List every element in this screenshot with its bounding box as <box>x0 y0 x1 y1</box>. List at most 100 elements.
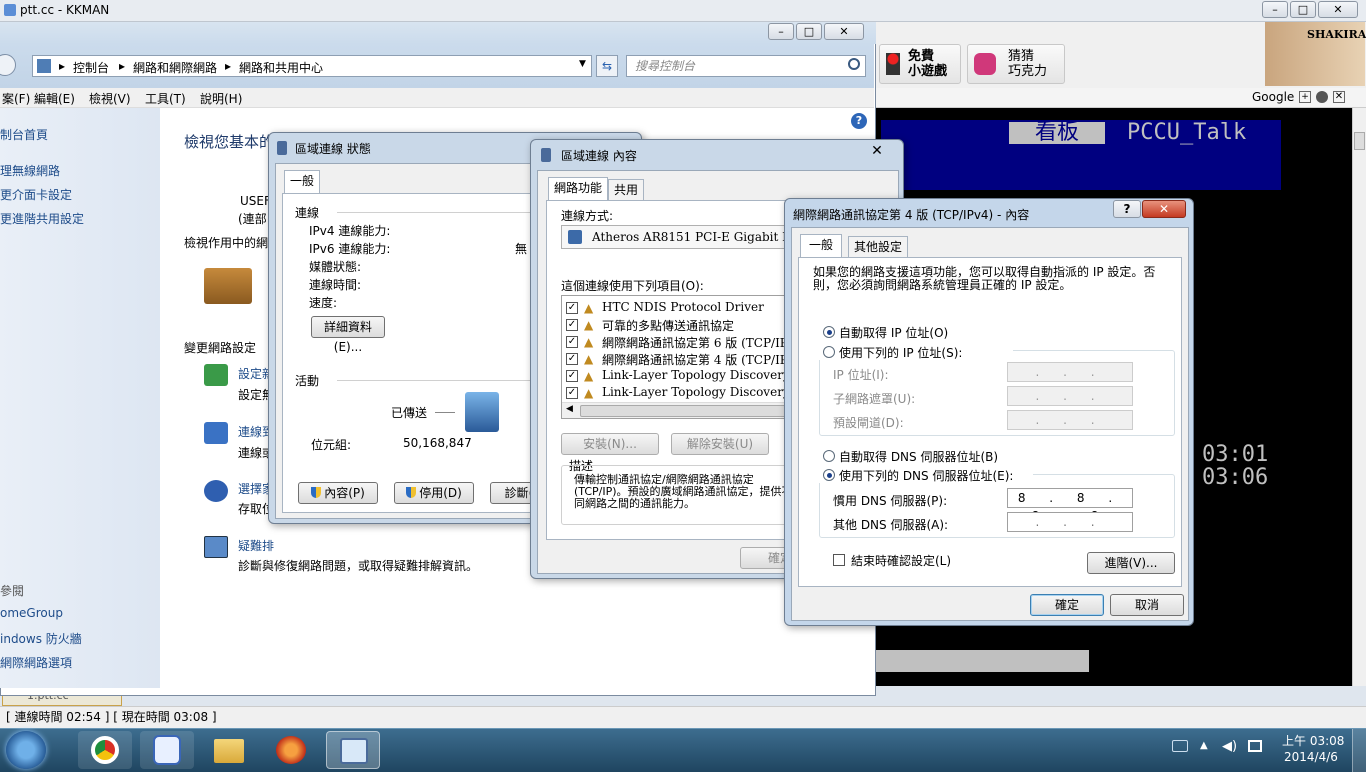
network-tray-icon[interactable] <box>1248 740 1262 752</box>
see-also-internet-options[interactable]: 網際網路選項 <box>0 654 72 671</box>
taskbar-app[interactable] <box>264 731 318 769</box>
search-input[interactable]: 搜尋控制台 <box>626 55 866 77</box>
install-button[interactable]: 安裝(N)... <box>561 433 659 455</box>
scroll-thumb[interactable] <box>580 405 800 417</box>
dropdown-icon[interactable] <box>1316 91 1328 103</box>
bbs-time-2: 03:06 <box>1202 465 1269 490</box>
activity-section-label: 活動 <box>295 374 320 388</box>
checkbox[interactable]: ✓ <box>566 319 578 331</box>
preferred-dns-input[interactable]: 8 . 8 . 8 . 8 <box>1007 488 1133 523</box>
cp-minimize-button[interactable]: – <box>768 23 794 40</box>
cp-maximize-button[interactable]: □ <box>796 23 822 40</box>
ipv4-close-button[interactable]: ✕ <box>1142 200 1186 218</box>
sidebar-advanced-sharing[interactable]: 更進階共用設定 <box>0 210 84 227</box>
troubleshoot-icon <box>204 536 228 558</box>
validate-on-exit[interactable]: 結束時確認設定(L) <box>827 552 987 568</box>
sidebar-adapter-settings[interactable]: 更介面卡設定 <box>0 186 72 203</box>
tab-sharing[interactable]: 共用 <box>608 179 645 201</box>
checkbox[interactable]: ✓ <box>566 353 578 365</box>
terminal-scrollbar[interactable] <box>1352 108 1366 686</box>
guess-chocolate-button[interactable]: 猜猜 巧克力 <box>967 44 1065 84</box>
bbs-time-1: 03:01 <box>1202 442 1269 467</box>
taskbar-chrome[interactable] <box>78 731 132 769</box>
protocol-icon: ▲ <box>584 335 594 349</box>
chevron-down-icon[interactable]: ▼ <box>579 59 586 69</box>
properties-button[interactable]: 內容(P) <box>298 482 378 504</box>
clock-time[interactable]: 上午 03:08 <box>1282 732 1344 749</box>
subnet-mask-input[interactable]: . . . <box>1007 386 1133 406</box>
scroll-thumb[interactable] <box>1354 132 1365 150</box>
refresh-icon[interactable]: ⇆ <box>596 55 618 77</box>
page-title: 檢視您基本的 <box>184 133 275 151</box>
crumb-control-panel[interactable]: 控制台 <box>73 59 109 76</box>
crumb-network-internet[interactable]: 網路和網際網路 <box>133 59 217 76</box>
sidebar-manage-wireless[interactable]: 理無線網路 <box>0 162 60 179</box>
clock-date[interactable]: 2014/4/6 <box>1284 750 1338 764</box>
menu-file[interactable]: 案(F) <box>2 90 30 107</box>
manual-dns-option[interactable]: 使用下列的 DNS 伺服器位址(E): <box>813 467 1033 483</box>
kkman-close-button[interactable]: ✕ <box>1318 1 1358 18</box>
radio-auto-dns[interactable] <box>823 450 835 462</box>
add-icon[interactable]: + <box>1299 91 1311 103</box>
close-icon[interactable]: ✕ <box>1333 91 1345 103</box>
search-icon[interactable] <box>848 58 860 70</box>
cancel-button[interactable]: 取消 <box>1110 594 1184 616</box>
advanced-button[interactable]: 進階(V)... <box>1087 552 1175 574</box>
show-hidden-icons[interactable]: ▲ <box>1200 740 1208 751</box>
disable-button[interactable]: 停用(D) <box>394 482 474 504</box>
details-button[interactable]: 詳細資料(E)... <box>311 316 385 354</box>
help-button[interactable]: ? <box>1113 200 1141 218</box>
tab-networking[interactable]: 網路功能 <box>548 177 609 201</box>
auto-dns-option[interactable]: 自動取得 DNS 伺服器位址(B) <box>813 448 1033 464</box>
menu-edit[interactable]: 編輯(E) <box>34 90 75 107</box>
menu-view[interactable]: 檢視(V) <box>89 90 131 107</box>
sidebar-cp-home[interactable]: 制台首頁 <box>0 126 48 143</box>
menu-help[interactable]: 說明(H) <box>200 90 242 107</box>
see-also-homegroup[interactable]: omeGroup <box>0 606 63 620</box>
radio-manual-dns[interactable] <box>823 469 835 481</box>
bench-icon <box>204 268 252 304</box>
protocol-icon: ▲ <box>584 386 594 400</box>
uninstall-button[interactable]: 解除安裝(U) <box>671 433 769 455</box>
item-troubleshoot-title[interactable]: 疑難排 <box>238 537 274 554</box>
tab-general[interactable]: 一般 <box>800 234 843 258</box>
properties-dialog-title: 區域連線 內容 <box>561 149 637 163</box>
manual-ip-option[interactable]: 使用下列的 IP 位址(S): <box>813 344 1013 360</box>
items-label: 這個連線使用下列項目(O): <box>561 279 704 293</box>
ip-address-input[interactable]: . . . <box>1007 362 1133 382</box>
breadcrumb[interactable]: ▸ 控制台 ▸ 網路和網際網路 ▸ 網路和共用中心 ▼ <box>32 55 592 77</box>
tab-general[interactable]: 一般 <box>284 170 321 194</box>
cp-close-button[interactable]: ✕ <box>824 23 864 40</box>
checkbox[interactable]: ✓ <box>566 370 578 382</box>
gateway-input[interactable]: . . . <box>1007 410 1133 430</box>
crumb-network-sharing[interactable]: 網路和共用中心 <box>239 59 323 76</box>
kkman-maximize-button[interactable]: □ <box>1290 1 1316 18</box>
checkbox[interactable]: ✓ <box>566 336 578 348</box>
props-close-button[interactable]: ✕ <box>857 142 897 160</box>
speaker-icon[interactable]: ◀) <box>1222 739 1237 754</box>
auto-ip-option[interactable]: 自動取得 IP 位址(O) <box>813 324 1013 340</box>
see-also-firewall[interactable]: indows 防火牆 <box>0 630 82 647</box>
ad-banner[interactable]: SHAKIRA <box>1265 22 1366 86</box>
validate-checkbox[interactable] <box>833 554 845 566</box>
ok-button[interactable]: 確定 <box>1030 594 1104 616</box>
radio-manual-ip[interactable] <box>823 346 835 358</box>
free-games-button[interactable]: 免費 小遊戲 <box>879 44 961 84</box>
kkman-minimize-button[interactable]: – <box>1262 1 1288 18</box>
keyboard-icon[interactable] <box>1172 740 1188 752</box>
taskbar-kkman[interactable] <box>140 731 194 769</box>
start-button[interactable] <box>6 731 46 769</box>
bbs-highlight-bar <box>875 650 1089 672</box>
back-button[interactable] <box>0 54 16 76</box>
taskbar-control-panel[interactable] <box>326 731 380 769</box>
alternate-dns-label: 其他 DNS 伺服器(A): <box>833 518 949 532</box>
checkbox[interactable]: ✓ <box>566 302 578 314</box>
menu-tools[interactable]: 工具(T) <box>145 90 186 107</box>
show-desktop-button[interactable] <box>1352 729 1366 772</box>
taskbar-explorer[interactable] <box>202 731 256 769</box>
checkbox[interactable]: ✓ <box>566 387 578 399</box>
radio-auto-ip[interactable] <box>823 326 835 338</box>
help-icon[interactable]: ? <box>851 113 867 129</box>
alternate-dns-input[interactable]: . . . <box>1007 512 1133 532</box>
tab-alternate-config[interactable]: 其他設定 <box>848 236 909 258</box>
